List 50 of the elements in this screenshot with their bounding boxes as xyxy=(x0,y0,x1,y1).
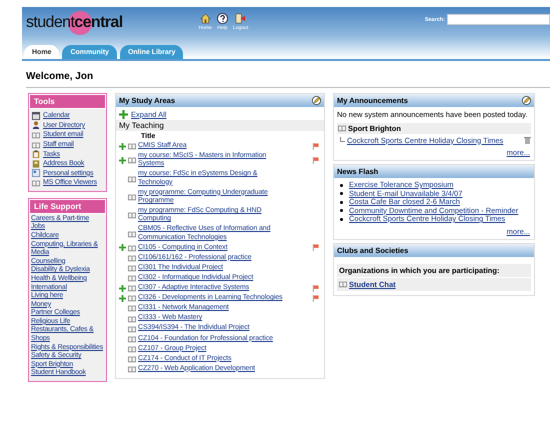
book-icon xyxy=(128,174,136,183)
search-field[interactable] xyxy=(447,14,550,25)
book-icon xyxy=(128,284,136,292)
book-icon xyxy=(128,230,136,238)
book-icon xyxy=(128,364,136,373)
book-icon xyxy=(128,193,136,202)
book-icon xyxy=(128,344,136,353)
settings-icon xyxy=(32,169,40,178)
welcome-heading: Welcome, Jon xyxy=(26,71,550,88)
bullet-icon xyxy=(340,218,343,221)
home-icon xyxy=(200,13,211,24)
plus-icon[interactable] xyxy=(119,142,126,150)
clipboard-icon xyxy=(32,150,40,158)
panel-title: Tools xyxy=(29,94,106,109)
book-icon xyxy=(128,294,136,302)
help-icon xyxy=(216,13,228,24)
edit-icon[interactable] xyxy=(522,96,531,105)
calendar-icon xyxy=(32,112,40,120)
book-icon xyxy=(128,304,136,312)
bullet-icon xyxy=(340,192,343,196)
book-icon xyxy=(32,178,40,187)
plus-icon[interactable] xyxy=(119,294,126,302)
book-icon xyxy=(128,274,136,282)
logout-icon xyxy=(235,13,246,24)
panel-title: Life Support xyxy=(29,198,106,214)
bullet-icon xyxy=(340,200,343,204)
tree-branch-icon xyxy=(340,136,345,142)
edit-icon[interactable] xyxy=(312,96,321,105)
plus-icon xyxy=(119,110,128,119)
book-icon xyxy=(128,324,136,333)
book-icon xyxy=(128,334,136,343)
book-icon xyxy=(32,140,40,149)
plus-icon[interactable] xyxy=(119,284,126,292)
plus-icon[interactable] xyxy=(119,156,126,164)
address-book-icon xyxy=(32,160,40,168)
book-icon xyxy=(128,254,136,262)
bullet-icon xyxy=(340,184,343,187)
book-icon xyxy=(128,244,136,252)
trash-icon[interactable] xyxy=(524,136,531,144)
book-icon xyxy=(128,211,136,220)
book-icon xyxy=(128,156,136,164)
person-icon xyxy=(32,121,40,130)
book-icon xyxy=(128,314,136,323)
section-heading: My Teaching xyxy=(116,120,324,131)
book-icon xyxy=(32,130,40,139)
book-icon xyxy=(128,142,136,150)
plus-icon[interactable] xyxy=(119,244,126,252)
bullet-icon xyxy=(340,209,343,212)
book-icon xyxy=(128,354,136,363)
book-icon xyxy=(128,264,136,272)
